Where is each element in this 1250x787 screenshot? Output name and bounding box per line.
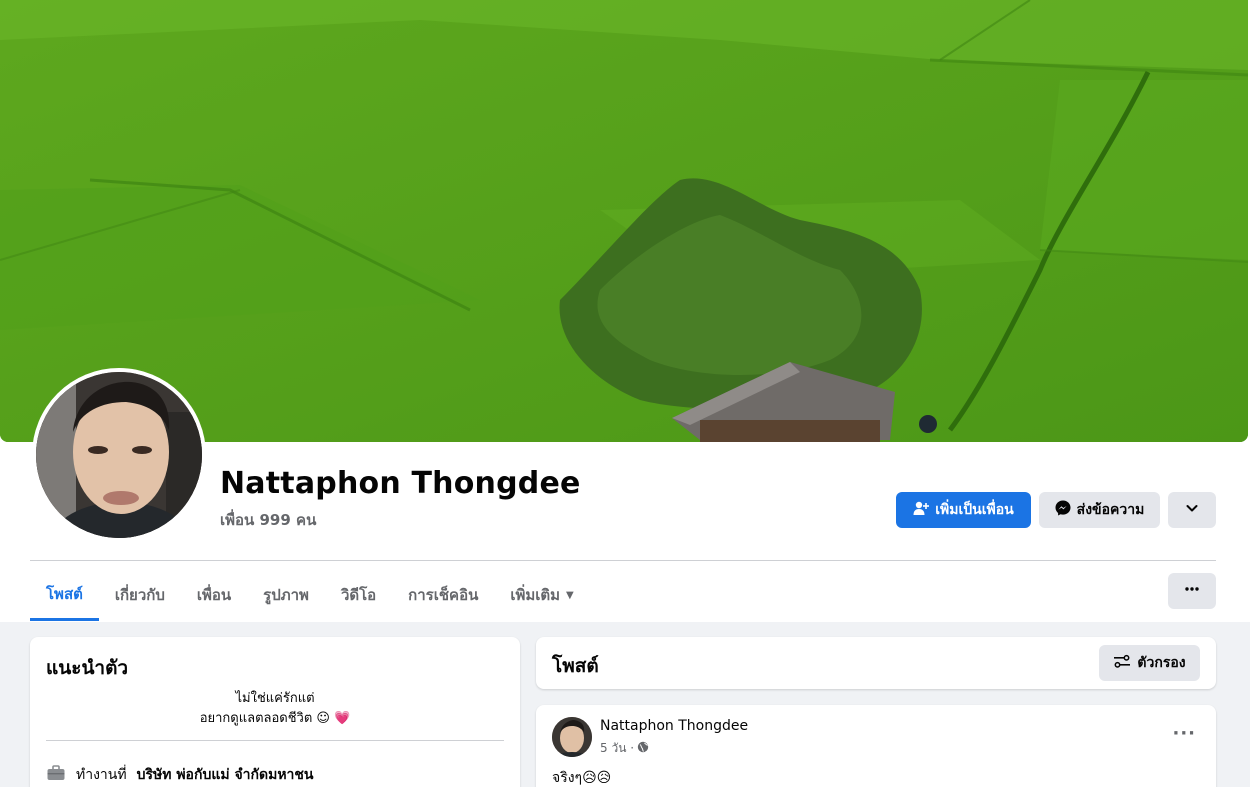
chevron-down-icon [1185, 501, 1199, 519]
filter-button[interactable]: ตัวกรอง [1099, 645, 1200, 681]
profile-photo-image [36, 372, 202, 538]
caret-down-icon: ▼ [566, 589, 574, 601]
add-friend-label: เพิ่มเป็นเพื่อน [935, 502, 1014, 518]
message-button[interactable]: ส่งข้อความ [1039, 492, 1160, 528]
post-author-name[interactable]: Nattaphon Thongdee [600, 718, 748, 734]
tab-posts[interactable]: โพสต์ [30, 570, 99, 621]
cover-landscape-image [0, 0, 1248, 442]
more-dots-icon [1184, 581, 1200, 601]
tab-more-label: เพิ่มเติม [510, 586, 561, 604]
posts-header-card: โพสต์ ตัวกรอง [536, 637, 1216, 689]
profile-picture[interactable] [32, 368, 206, 542]
profile-name: Nattaphon Thongdee [220, 466, 581, 501]
tab-friends[interactable]: เพื่อน [181, 570, 247, 620]
filter-sliders-icon [1113, 653, 1131, 673]
post-meta: 5 วัน · [600, 739, 649, 758]
intro-title: แนะนำตัว [46, 657, 129, 679]
filter-label: ตัวกรอง [1137, 655, 1186, 671]
posts-title: โพสต์ [552, 655, 599, 677]
add-friend-button[interactable]: เพิ่มเป็นเพื่อน [896, 492, 1031, 528]
header-divider [30, 560, 1216, 561]
tab-photos[interactable]: รูปภาพ [247, 570, 325, 620]
tab-videos[interactable]: วิดีโอ [325, 570, 392, 620]
post-text: จริงๆ😥😥 [552, 770, 612, 786]
work-place-link[interactable]: บริษัท พ่อกับแม่ จำกัดมหาชน [137, 764, 314, 786]
tab-more[interactable]: เพิ่มเติม ▼ [494, 570, 589, 620]
bio-line-1: ไม่ใช่แค่รักแต่ [235, 691, 315, 706]
intro-card: แนะนำตัว ไม่ใช่แค่รักแต่ อยากดูแลตลอดชีว… [30, 637, 520, 787]
friends-count[interactable]: เพื่อน 999 คน [220, 508, 316, 532]
intro-divider [46, 740, 504, 741]
post-options-icon[interactable]: ··· [1172, 723, 1196, 744]
briefcase-icon [46, 763, 66, 787]
profile-tabs: โพสต์ เกี่ยวกับ เพื่อน รูปภาพ วิดีโอ การ… [30, 570, 590, 622]
post-author-avatar[interactable] [552, 717, 592, 757]
profile-options-dropdown[interactable] [1168, 492, 1216, 528]
post-card: Nattaphon Thongdee 5 วัน · ··· จริงๆ😥😥 [536, 705, 1216, 787]
more-options-button[interactable] [1168, 573, 1216, 609]
post-time[interactable]: 5 วัน · [600, 739, 634, 758]
tab-checkins[interactable]: การเช็คอิน [392, 570, 494, 620]
globe-icon [637, 741, 649, 756]
messenger-icon [1055, 500, 1071, 520]
message-label: ส่งข้อความ [1076, 502, 1145, 518]
bio-line-2: อยากดูแลตลอดชีวิต ☺ 💗 [199, 711, 351, 726]
tab-about[interactable]: เกี่ยวกับ [99, 570, 181, 620]
cover-photo[interactable] [0, 0, 1248, 442]
work-prefix: ทำงานที่ [76, 767, 127, 783]
profile-header: Nattaphon Thongdee เพื่อน 999 คน เพิ่มเป… [0, 0, 1250, 622]
work-info: ทำงานที่ บริษัท พ่อกับแม่ จำกัดมหาชน [46, 763, 313, 787]
person-plus-icon [913, 500, 930, 520]
bio-text: ไม่ใช่แค่รักแต่ อยากดูแลตลอดชีวิต ☺ 💗 [30, 689, 520, 729]
